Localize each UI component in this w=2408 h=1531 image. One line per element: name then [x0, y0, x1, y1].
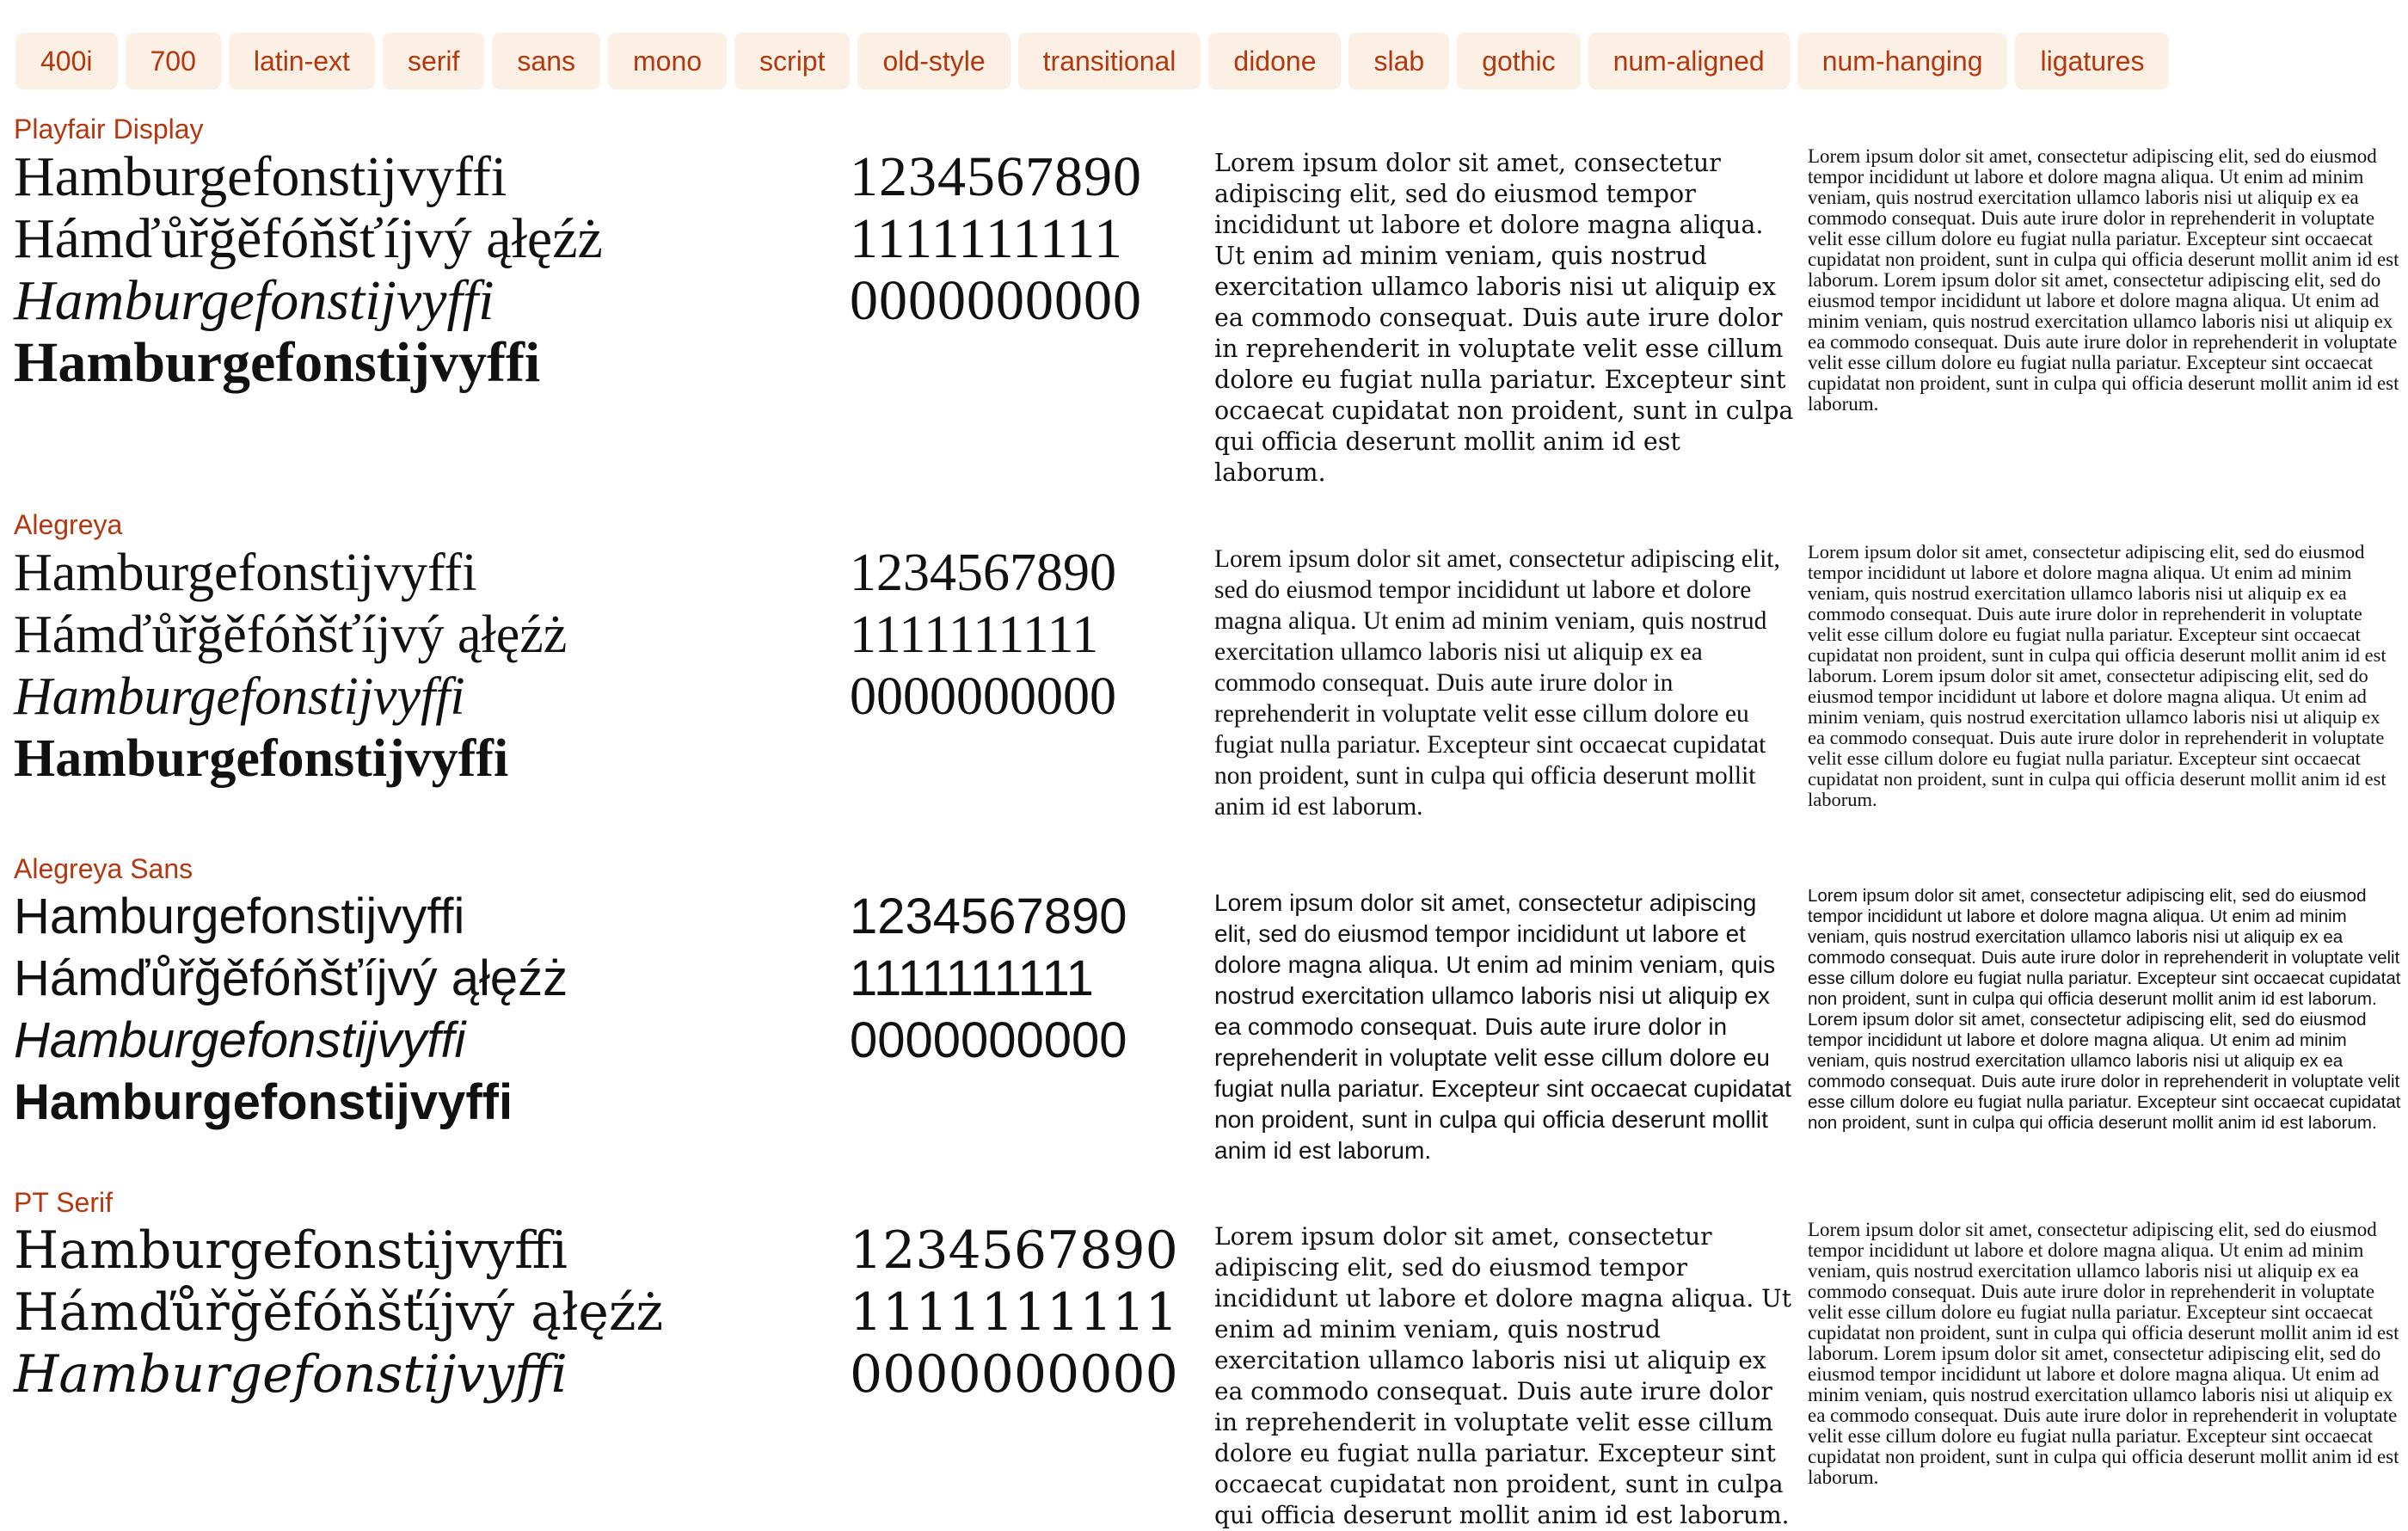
tag-ligatures[interactable]: ligatures: [2015, 33, 2170, 89]
sample-italic: Hamburgefonstijvyffi: [14, 1344, 568, 1405]
sample-zeros: 0000000000: [850, 1012, 1127, 1068]
sample-digits: 1234567890: [850, 145, 1142, 208]
tag-num-aligned[interactable]: num-aligned: [1588, 33, 1790, 89]
glyph-samples: Hamburgefonstijvyffi Hámďůřğěfóňšťíjvý ą…: [14, 886, 568, 1134]
font-name-link[interactable]: PT Serif: [14, 1185, 113, 1220]
sample-digits: 1234567890: [850, 888, 1127, 944]
paragraph-sample-small: Lorem ipsum dolor sit amet, consectetur …: [1808, 886, 2401, 1133]
sample-ones: 1111111111: [850, 207, 1123, 270]
sample-extended: Hámďůřğěfóňšťíjvý ąłęźż: [14, 207, 603, 270]
tag-transitional[interactable]: transitional: [1017, 33, 1201, 89]
sample-zeros: 0000000000: [850, 667, 1116, 726]
font-name-link[interactable]: Alegreya Sans: [14, 852, 193, 886]
sample-regular: Hamburgefonstijvyffi: [14, 544, 477, 602]
sample-italic: Hamburgefonstijvyffi: [14, 667, 465, 726]
sample-extended: Hámďůřğěfóňšťíjvý ąłęźż: [14, 950, 568, 1006]
font-name-link[interactable]: Alegreya: [14, 507, 122, 542]
numeral-samples: 1234567890 1111111111 0000000000: [850, 886, 1127, 1072]
paragraph-sample-small: Lorem ipsum dolor sit amet, consectetur …: [1808, 1219, 2399, 1488]
sample-extended: Hámďůřğěfóňšťíjvý ąłęźż: [14, 606, 568, 664]
paragraph-sample-large: Lorem ipsum dolor sit amet, consectetur …: [1214, 889, 1791, 1164]
sample-ones: 1111111111: [850, 950, 1094, 1006]
paragraph-sample-small: Lorem ipsum dolor sit amet, consectetur …: [1808, 145, 2399, 415]
sample-regular: Hamburgefonstijvyffi: [14, 1220, 568, 1281]
font-name-link[interactable]: Playfair Display: [14, 112, 204, 146]
numeral-samples: 1234567890 1111111111 0000000000: [850, 146, 1142, 332]
sample-regular: Hamburgefonstijvyffi: [14, 888, 465, 944]
sample-ones: 1111111111: [850, 1282, 1178, 1343]
tag-serif[interactable]: serif: [382, 33, 485, 89]
tag-didone[interactable]: didone: [1208, 33, 1342, 89]
glyph-samples: Hamburgefonstijvyffi Hámďůřğěfóňšťíjvý ą…: [14, 542, 567, 790]
tag-mono[interactable]: mono: [607, 33, 728, 89]
sample-digits: 1234567890: [850, 544, 1116, 602]
sample-bold: Hamburgefonstijvyffi: [14, 331, 541, 394]
paragraph-sample-small: Lorem ipsum dolor sit amet, consectetur …: [1808, 541, 2386, 810]
sample-zeros: 0000000000: [850, 1344, 1178, 1405]
sample-italic: Hamburgefonstijvyffi: [14, 1012, 466, 1068]
glyph-samples: Hamburgefonstijvyffi Hámďůřğěfóňšťíjvý ą…: [14, 146, 603, 394]
tag-400i[interactable]: 400i: [15, 33, 118, 89]
sample-regular: Hamburgefonstijvyffi: [14, 145, 507, 208]
sample-digits: 1234567890: [850, 1220, 1178, 1281]
sample-bold: Hamburgefonstijvyffi: [14, 1074, 513, 1130]
sample-ones: 1111111111: [850, 606, 1099, 664]
paragraph-sample-large: Lorem ipsum dolor sit amet, consectetur …: [1214, 1222, 1791, 1529]
tag-filter-bar: 400i 700 latin-ext serif sans mono scrip…: [15, 33, 2170, 89]
paragraph-sample-large: Lorem ipsum dolor sit amet, consectetur …: [1214, 149, 1794, 487]
tag-sans[interactable]: sans: [492, 33, 600, 89]
sample-extended: Hámďůřğěfóňšťíjvý ąłęźż: [14, 1282, 664, 1343]
tag-old-style[interactable]: old-style: [857, 33, 1010, 89]
tag-num-hanging[interactable]: num-hanging: [1797, 33, 2008, 89]
sample-zeros: 0000000000: [850, 269, 1142, 332]
sample-italic: Hamburgefonstijvyffi: [14, 269, 494, 332]
numeral-samples: 1234567890 1111111111 0000000000: [850, 542, 1116, 728]
tag-700[interactable]: 700: [125, 33, 221, 89]
tag-slab[interactable]: slab: [1348, 33, 1450, 89]
tag-gothic[interactable]: gothic: [1457, 33, 1581, 89]
sample-bold: Hamburgefonstijvyffi: [14, 729, 509, 788]
paragraph-sample-large: Lorem ipsum dolor sit amet, consectetur …: [1214, 545, 1780, 821]
tag-latin-ext[interactable]: latin-ext: [228, 33, 375, 89]
tag-script[interactable]: script: [734, 33, 851, 89]
